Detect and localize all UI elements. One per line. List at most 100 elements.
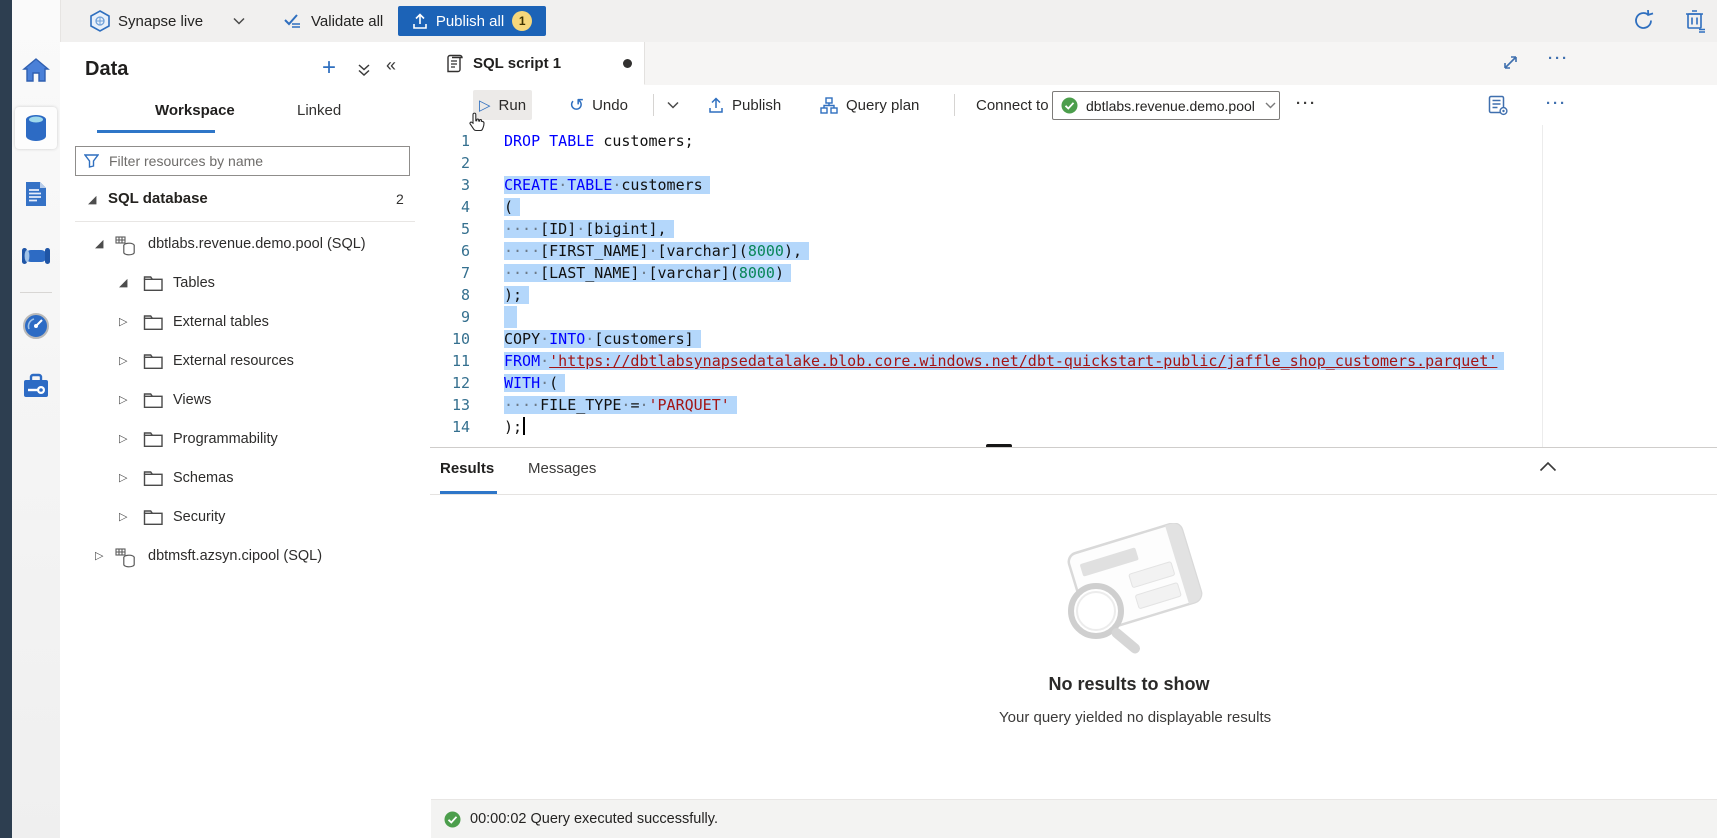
refresh-icon[interactable] [1632,9,1655,32]
discard-trash-icon[interactable] [1684,9,1708,34]
filter-resources-box [75,146,410,176]
mode-label: Synapse live [118,13,203,30]
line-number: 9 [430,306,470,328]
code-line[interactable]: FROM·'https://dbtlabsynapsedatalake.blob… [504,350,1717,372]
collapsed-arrow-icon[interactable]: ▷ [119,354,127,367]
tree-item[interactable]: ▷External resources [60,343,430,382]
doc-tab-title: SQL script 1 [473,55,561,72]
collapsed-arrow-icon[interactable]: ▷ [119,471,127,484]
token-id: [bigint], [585,220,666,238]
nav-manage-icon[interactable] [15,365,57,407]
add-resource-icon[interactable]: + [322,54,336,82]
query-plan-button[interactable]: Query plan [814,90,925,120]
code-line[interactable]: ); [504,284,1717,306]
code-line[interactable]: ); [504,416,1717,438]
tree-root-sql-database[interactable]: ◢ SQL database 2 [60,188,430,221]
collapse-results-icon[interactable] [1539,461,1557,472]
code-line[interactable]: ····FILE_TYPE·=·'PARQUET' [504,394,1717,416]
collapsed-arrow-icon[interactable]: ▷ [95,549,103,562]
line-number: 7 [430,262,470,284]
sql-command-bar: ▷ Run ↺ Undo Publish Query plan Connect … [430,85,1717,126]
validate-all-button[interactable]: Validate all [283,7,383,35]
run-button[interactable]: ▷ Run [473,90,532,120]
code-line[interactable]: CREATE·TABLE·customers [504,174,1717,196]
active-results-tab-underline [440,491,497,494]
tab-workspace[interactable]: Workspace [155,102,235,119]
validate-label: Validate all [311,13,383,30]
tree-item[interactable]: ▷External tables [60,304,430,343]
connect-to-pool-select[interactable]: dbtlabs.revenue.demo.pool [1052,91,1280,120]
properties-icon[interactable] [1488,95,1509,116]
token-sp: · [540,352,549,370]
code-line[interactable]: COPY·INTO·[customers] [504,328,1717,350]
token-sp: · [649,242,658,260]
connect-more-icon[interactable]: ··· [1296,95,1317,112]
nav-develop-icon[interactable] [15,173,57,215]
publish-label: Publish [732,97,781,114]
expand-all-icon[interactable] [357,63,371,77]
collapsed-arrow-icon[interactable]: ▷ [119,510,127,523]
code-line[interactable]: DROP TABLE customers; [504,130,1717,152]
token-kw: TABLE [549,132,594,150]
nav-integrate-icon[interactable] [15,235,57,277]
publish-button[interactable]: Publish [702,90,787,120]
publish-all-button[interactable]: Publish all 1 [398,6,546,36]
tree-item[interactable]: ◢Tables [60,265,430,304]
code-line[interactable]: ····[LAST_NAME]·[varchar](8000) [504,262,1717,284]
results-tab-results[interactable]: Results [440,460,494,477]
validate-icon [283,12,303,30]
synapse-live-dropdown[interactable]: Synapse live [90,7,245,35]
expand-editor-icon[interactable] [1502,54,1519,71]
tab-linked[interactable]: Linked [297,102,341,119]
code-line[interactable]: ····[FIRST_NAME]·[varchar](8000), [504,240,1717,262]
undo-button[interactable]: ↺ Undo [563,90,634,120]
tree-item[interactable]: ◢dbtlabs.revenue.demo.pool (SQL) [60,226,430,265]
collapsed-arrow-icon[interactable]: ▷ [119,432,127,445]
token-sp: · [639,396,648,414]
token-num: 8000 [739,264,775,282]
panel-resize-handle[interactable] [986,444,1012,447]
code-line[interactable]: ( [504,196,1717,218]
tree-item[interactable]: ▷ Programmability [60,421,430,460]
tree-divider [75,221,415,222]
token-id: ); [504,418,522,436]
token-kw: DROP [504,132,540,150]
results-tab-messages[interactable]: Messages [528,460,596,477]
line-number: 4 [430,196,470,218]
filter-resources-input[interactable] [107,152,409,170]
nav-home-icon[interactable] [15,49,57,91]
folder-icon [143,353,164,370]
tree-item[interactable]: ▷dbtmsft.azsyn.cipool (SQL) [60,538,430,577]
tree-item-label: Schemas [173,470,233,486]
expanded-arrow-icon[interactable]: ◢ [88,193,96,206]
code-line[interactable]: ····[ID]·[bigint], [504,218,1717,240]
collapsed-arrow-icon[interactable]: ▷ [119,315,127,328]
tab-sql-script-1[interactable]: SQL script 1 [430,42,645,85]
code-line[interactable] [504,152,1717,174]
token-id: ( [549,374,558,392]
nav-data-icon[interactable] [15,107,57,149]
code-line[interactable] [504,306,1717,328]
token-id: [ID] [540,220,576,238]
undo-redo-dropdown[interactable] [661,90,685,120]
tree-item-label: Programmability [173,431,278,447]
collapsed-arrow-icon[interactable]: ▷ [119,393,127,406]
tree-item[interactable]: ▷ Schemas [60,460,430,499]
token-sp: · [639,264,648,282]
document-tab-bar: SQL script 1 ··· [430,42,1717,86]
code-line[interactable]: WITH·( [504,372,1717,394]
nav-monitor-icon[interactable] [15,305,57,347]
tree-item[interactable]: ▷Security [60,499,430,538]
collapse-panel-icon[interactable]: « [386,55,396,76]
tree-item[interactable]: ▷Views [60,382,430,421]
command-bar-more-icon[interactable]: ··· [1546,95,1567,112]
expanded-arrow-icon[interactable]: ◢ [95,237,103,250]
token-sp: · [576,220,585,238]
expanded-arrow-icon[interactable]: ◢ [119,276,127,289]
sql-code-editor[interactable]: 1234567891011121314 DROP TABLE customers… [430,125,1717,447]
toolbar-divider [954,94,955,116]
line-number: 11 [430,350,470,372]
left-nav-rail [12,0,61,838]
code-lines[interactable]: DROP TABLE customers; CREATE·TABLE·custom… [504,130,1717,438]
tab-more-actions-icon[interactable]: ··· [1548,50,1569,67]
